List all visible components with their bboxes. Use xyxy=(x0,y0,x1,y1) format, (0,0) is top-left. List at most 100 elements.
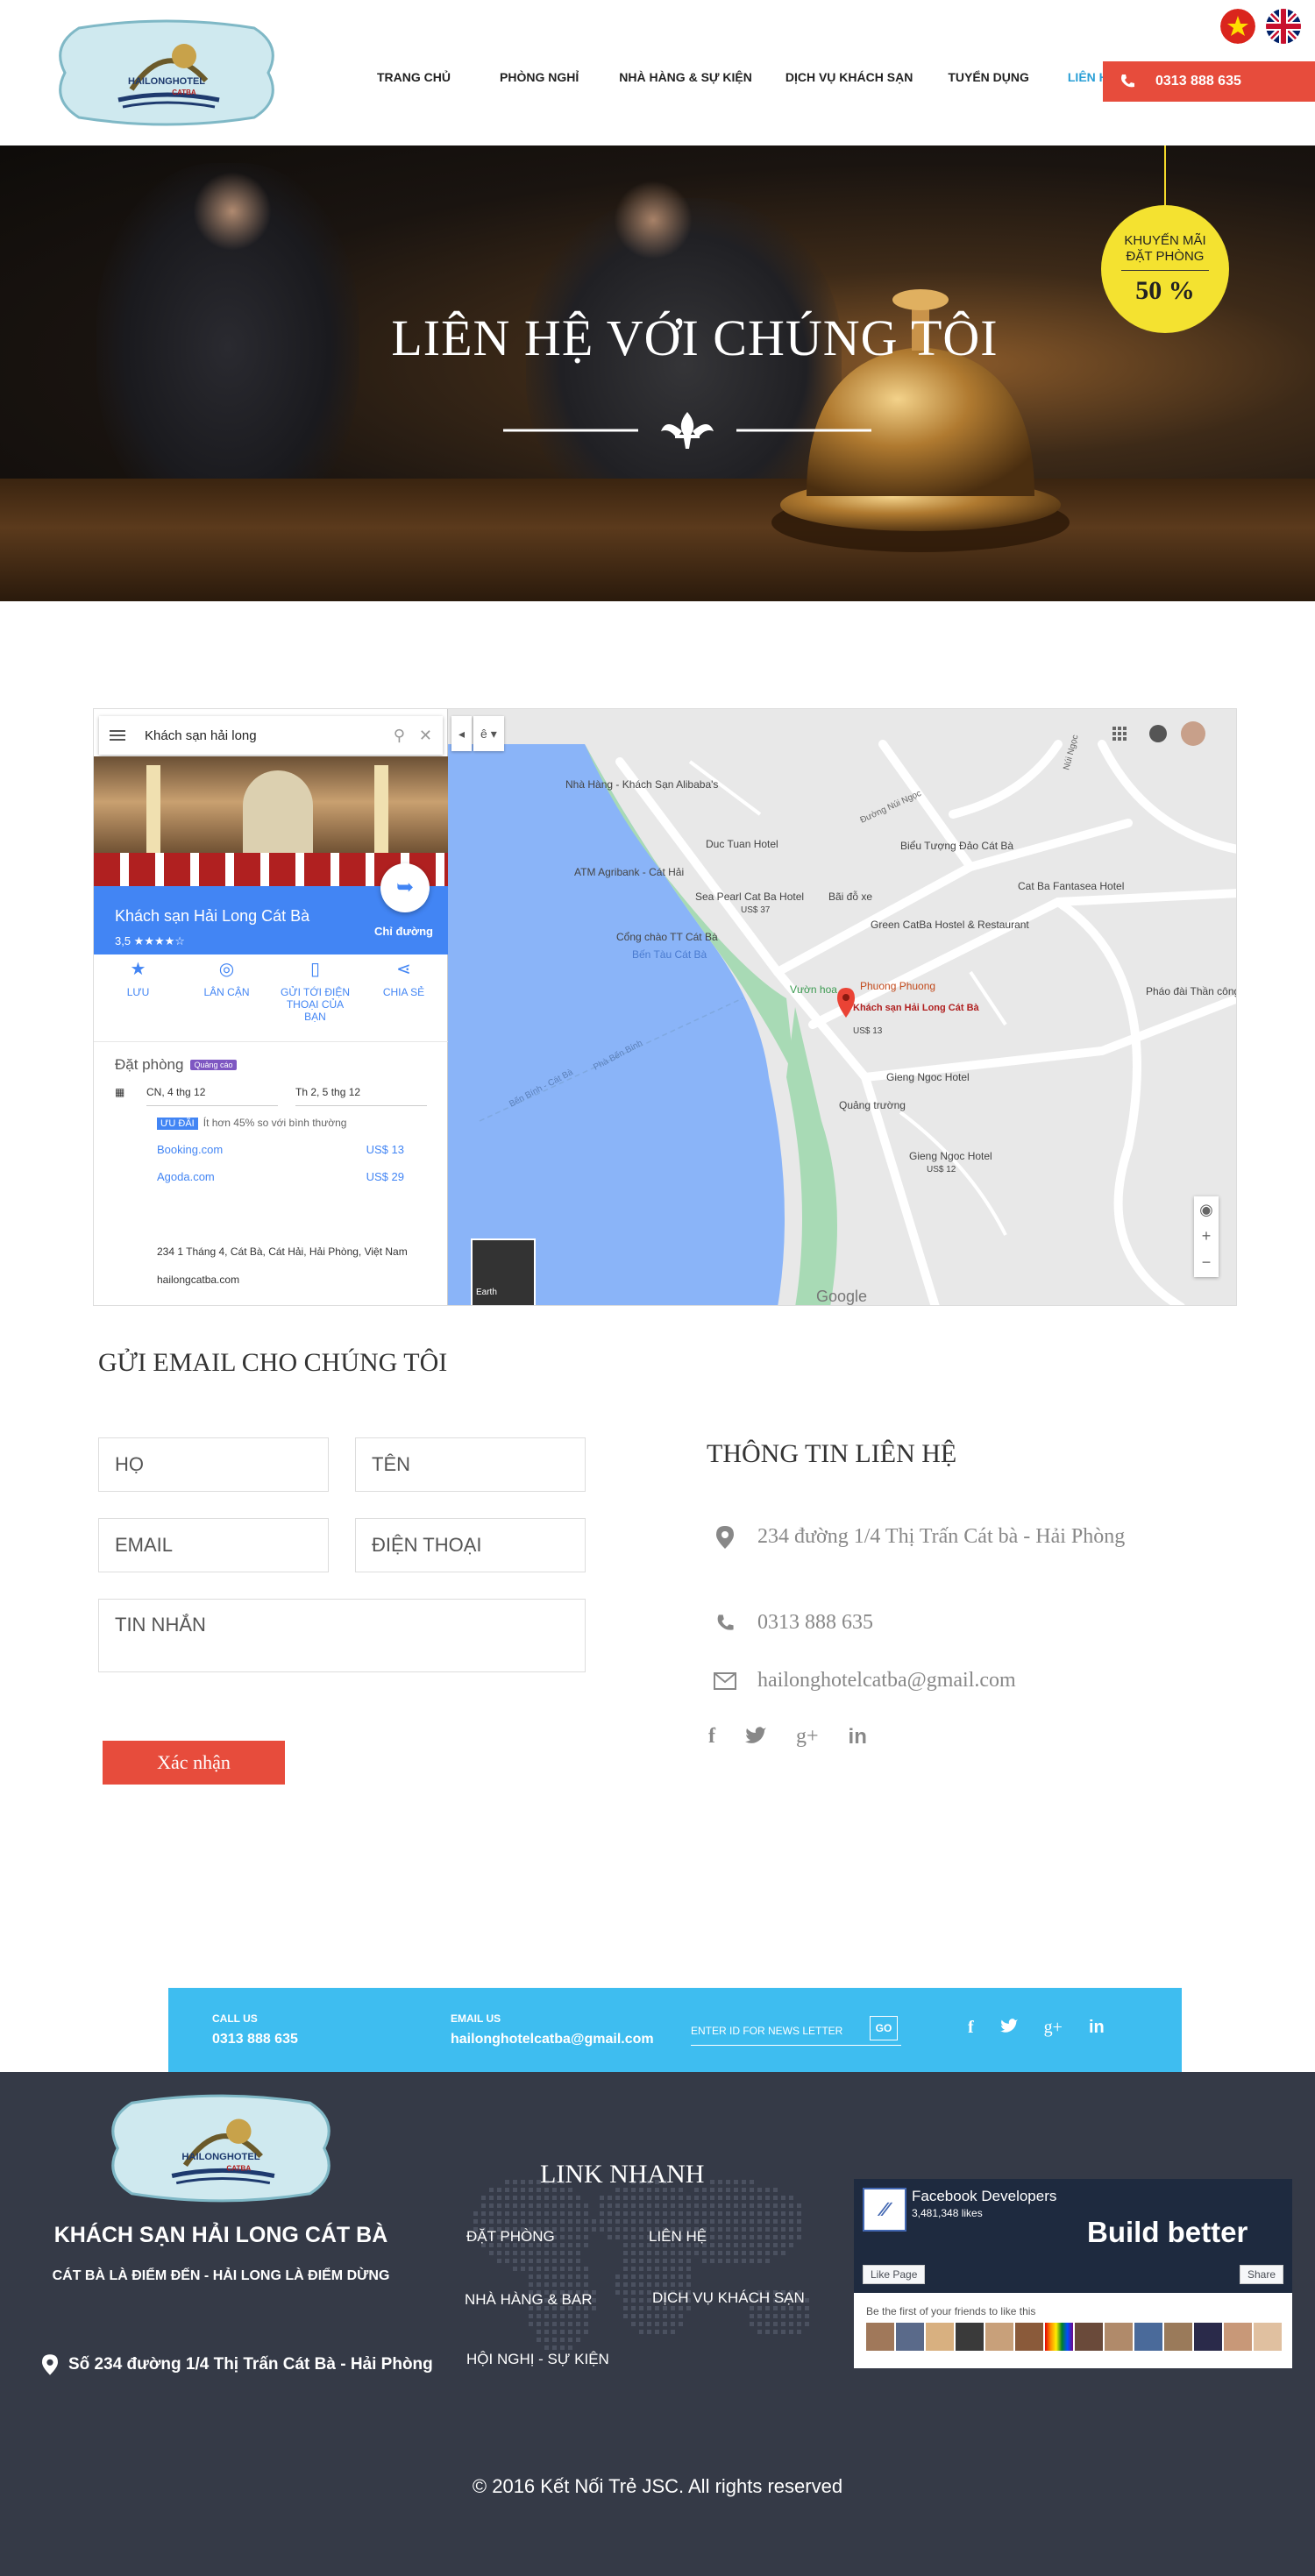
map-dot xyxy=(710,2180,714,2184)
facebook-icon[interactable]: f xyxy=(708,1725,715,1749)
email-us-value[interactable]: hailonghotelcatba@gmail.com xyxy=(451,2032,654,2047)
map-dot xyxy=(521,2180,525,2184)
call-us-value[interactable]: 0313 888 635 xyxy=(212,2032,298,2047)
footer-link-lien-he[interactable]: LIÊN HỆ xyxy=(649,2228,707,2246)
checkin-date[interactable]: CN, 4 thg 12 xyxy=(146,1086,278,1106)
phone-field[interactable]: ĐIỆN THOẠI xyxy=(355,1518,586,1572)
avatar[interactable] xyxy=(1075,2323,1103,2351)
footer-link-hoi-nghi[interactable]: HỘI NGHỊ - SỰ KIỆN xyxy=(466,2351,609,2368)
map-dot xyxy=(537,2322,541,2326)
message-textarea[interactable]: TIN NHẮN xyxy=(98,1599,586,1672)
map-search-box[interactable]: Khách sạn hải long ⚲ ✕ xyxy=(99,716,443,755)
layer-select[interactable]: ê ▾ xyxy=(473,716,504,751)
nav-tuyen-dung[interactable]: TUYỂN DỤNG xyxy=(948,70,1029,84)
language-switcher xyxy=(1220,9,1301,44)
avatar[interactable] xyxy=(1105,2323,1133,2351)
footer-logo[interactable]: HAILONGHOTEL CATBA xyxy=(105,2091,337,2205)
contact-social-links: f g+ in xyxy=(708,1725,867,1749)
nav-phong-nghi[interactable]: PHÒNG NGHỈ xyxy=(500,70,579,84)
nearby-action[interactable]: ◎ LÂN CẬN xyxy=(188,961,267,1041)
map-dot xyxy=(805,2306,809,2310)
offer-price: US$ 13 xyxy=(366,1143,404,1156)
first-name-field[interactable]: TÊN xyxy=(355,1437,586,1492)
fb-like-button[interactable]: Like Page xyxy=(863,2265,926,2284)
map-dot xyxy=(671,2251,675,2255)
submit-button[interactable]: Xác nhận xyxy=(103,1741,285,1785)
map-dot xyxy=(726,2243,730,2247)
map-dot xyxy=(623,2227,628,2232)
nav-dich-vu[interactable]: DỊCH VỤ KHÁCH SẠN xyxy=(785,70,913,84)
send-to-phone-action[interactable]: ▯ GỬI TỚI ĐIỆN THOẠI CỦA BẠN xyxy=(276,961,355,1041)
uk-flag-icon[interactable] xyxy=(1266,9,1301,44)
checkout-date[interactable]: Th 2, 5 thg 12 xyxy=(295,1086,427,1106)
map-dot xyxy=(710,2203,714,2208)
search-icon[interactable]: ⚲ xyxy=(394,727,405,745)
zoom-in-button[interactable]: + xyxy=(1194,1223,1219,1249)
notifications-icon[interactable] xyxy=(1149,725,1167,742)
my-location-icon[interactable]: ◉ xyxy=(1194,1196,1219,1223)
email-field[interactable]: EMAIL xyxy=(98,1518,329,1572)
close-icon[interactable]: ✕ xyxy=(419,727,432,745)
facebook-page-widget[interactable]: ∕∕ Facebook Developers 3,481,348 likes B… xyxy=(854,2179,1292,2368)
facebook-icon[interactable]: f xyxy=(968,2018,974,2038)
avatar[interactable] xyxy=(866,2323,894,2351)
avatar[interactable] xyxy=(1194,2323,1222,2351)
avatar[interactable] xyxy=(896,2323,924,2351)
avatar[interactable] xyxy=(1254,2323,1282,2351)
nav-trang-chu[interactable]: TRANG CHỦ xyxy=(377,70,451,84)
google-map-embed[interactable]: Nhà Hàng - Khách Sạn Alibaba's Duc Tuan … xyxy=(93,708,1237,1306)
avatar[interactable] xyxy=(926,2323,954,2351)
linkedin-icon[interactable]: in xyxy=(849,1725,867,1749)
map-dot xyxy=(686,2219,691,2224)
avatar[interactable] xyxy=(1224,2323,1252,2351)
avatar[interactable] xyxy=(1134,2323,1162,2351)
contact-email[interactable]: hailonghotelcatba@gmail.com xyxy=(757,1669,1016,1692)
map-dot xyxy=(568,2314,572,2318)
map-dot xyxy=(639,2259,643,2263)
map-search-input[interactable]: Khách sạn hải long xyxy=(145,728,380,743)
vietnam-flag-icon[interactable] xyxy=(1220,9,1255,44)
map-dot xyxy=(702,2219,707,2224)
avatar[interactable] xyxy=(1045,2323,1073,2351)
promo-badge[interactable]: KHUYẾN MÃI ĐẶT PHÒNG 50 % xyxy=(1101,205,1229,333)
map-dot xyxy=(781,2227,785,2232)
zoom-out-button[interactable]: − xyxy=(1194,1249,1219,1275)
earth-view-toggle[interactable]: Earth xyxy=(471,1238,536,1305)
avatar[interactable] xyxy=(985,2323,1013,2351)
map-dot xyxy=(623,2219,628,2224)
avatar[interactable] xyxy=(956,2323,984,2351)
directions-button[interactable]: ➥ xyxy=(380,863,430,912)
user-avatar[interactable] xyxy=(1181,721,1205,746)
share-action[interactable]: ⋖ CHIA SẺ xyxy=(365,961,444,1041)
fb-share-button[interactable]: Share xyxy=(1239,2265,1283,2284)
twitter-icon[interactable] xyxy=(745,1725,766,1749)
google-plus-icon[interactable]: g+ xyxy=(1044,2018,1063,2038)
email-form-title: GỬI EMAIL CHO CHÚNG TÔI xyxy=(98,1348,448,1377)
nav-nha-hang[interactable]: NHÀ HÀNG & SỰ KIỆN xyxy=(619,70,752,84)
map-dot xyxy=(663,2282,667,2287)
collapse-panel-button[interactable]: ◂ xyxy=(451,716,473,751)
map-dot xyxy=(631,2267,636,2271)
offer-agoda[interactable]: Agoda.com US$ 29 xyxy=(115,1170,430,1183)
last-name-field[interactable]: HỌ xyxy=(98,1437,329,1492)
linkedin-icon[interactable]: in xyxy=(1089,2018,1105,2038)
map-price: US$ 12 xyxy=(927,1165,956,1174)
menu-icon[interactable] xyxy=(110,730,125,741)
offer-booking[interactable]: Booking.com US$ 13 xyxy=(115,1143,430,1156)
apps-grid-icon[interactable] xyxy=(1112,727,1127,741)
hotel-logo[interactable]: HAILONGHOTEL CATBA xyxy=(53,19,281,126)
avatar[interactable] xyxy=(1164,2323,1192,2351)
google-plus-icon[interactable]: g+ xyxy=(796,1725,819,1749)
newsletter-go-button[interactable]: GO xyxy=(870,2016,898,2040)
place-website[interactable]: hailongcatba.com xyxy=(115,1274,408,1286)
footer-link-dat-phong[interactable]: ĐẶT PHÒNG xyxy=(466,2228,555,2246)
twitter-icon[interactable] xyxy=(999,2018,1018,2038)
save-action[interactable]: ★ LƯU xyxy=(99,961,178,1041)
footer-link-dich-vu[interactable]: DỊCH VỤ KHÁCH SẠN xyxy=(652,2289,805,2307)
promo-separator xyxy=(1121,270,1209,271)
avatar[interactable] xyxy=(1015,2323,1043,2351)
header-phone-button[interactable]: 0313 888 635 xyxy=(1103,61,1315,102)
promo-hanger xyxy=(1164,145,1166,209)
fb-page-name[interactable]: Facebook Developers xyxy=(912,2188,1056,2205)
footer-link-nha-hang-bar[interactable]: NHÀ HÀNG & BAR xyxy=(465,2291,592,2309)
